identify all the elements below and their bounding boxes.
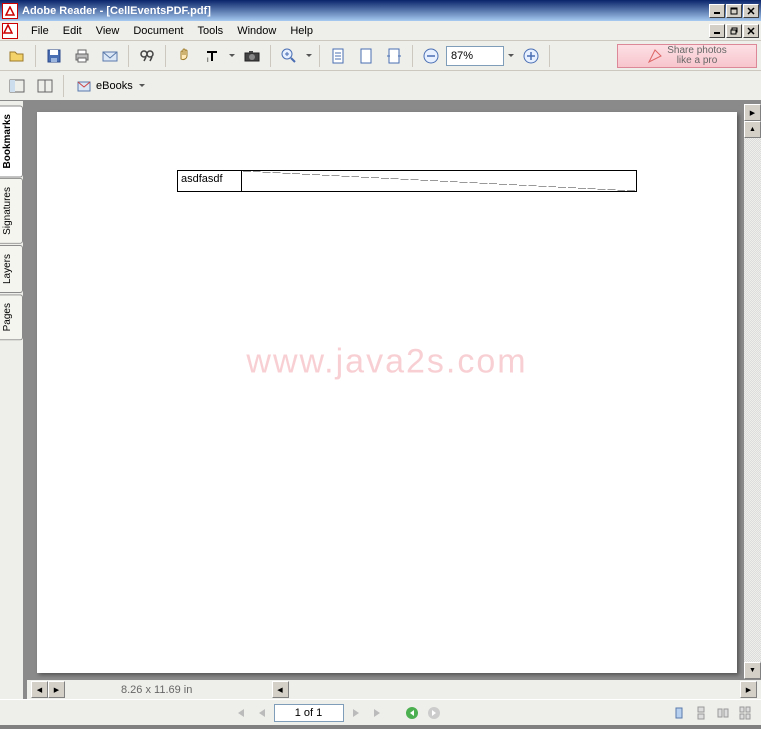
zoom-out-button[interactable] — [418, 43, 444, 69]
zoom-in-pct-button[interactable] — [518, 43, 544, 69]
page-number-field[interactable]: 1 of 1 — [274, 704, 344, 722]
continuous-view-button[interactable] — [691, 703, 711, 723]
vertical-scrollbar[interactable]: ▶ ▲ ▼ — [743, 104, 761, 679]
watermark-text: www.java2s.com — [246, 342, 527, 381]
ebooks-icon — [76, 78, 92, 94]
fit-width-button[interactable] — [381, 43, 407, 69]
separator — [128, 45, 129, 67]
separator — [35, 45, 36, 67]
menu-window[interactable]: Window — [230, 23, 283, 39]
actual-size-button[interactable] — [353, 43, 379, 69]
svg-text:I: I — [207, 58, 209, 64]
menu-document[interactable]: Document — [126, 23, 190, 39]
back-button[interactable] — [402, 703, 422, 723]
minimize-button[interactable] — [709, 4, 725, 18]
page-dimensions: 8.26 x 11.69 in — [65, 684, 272, 696]
tab-pages[interactable]: Pages — [0, 294, 23, 340]
separator — [549, 45, 550, 67]
separator — [63, 75, 64, 97]
expand-panel-button[interactable] — [4, 73, 30, 99]
secondary-toolbar: eBooks — [0, 71, 761, 101]
mdi-minimize-button[interactable] — [709, 24, 725, 38]
navigation-pane: Bookmarks Signatures Layers Pages — [0, 101, 24, 699]
facing-view-button[interactable] — [713, 703, 733, 723]
scroll-track[interactable] — [744, 138, 761, 662]
email-button[interactable] — [97, 43, 123, 69]
scroll-left-button[interactable]: ◀ — [31, 681, 48, 698]
zoom-in-button[interactable] — [276, 43, 302, 69]
document-area: asdfasdf www.java2s.com ▶ ▲ ▼ ◀ ▶ 8.26 x… — [24, 101, 761, 699]
ebooks-dropdown[interactable] — [137, 81, 147, 90]
promo-banner[interactable]: Share photos like a pro — [617, 44, 757, 68]
text-select-button[interactable]: I — [199, 43, 225, 69]
help-button[interactable] — [32, 73, 58, 99]
app-icon — [2, 3, 18, 19]
separator — [319, 45, 320, 67]
status-bar: 1 of 1 — [0, 699, 761, 725]
zoom-field[interactable]: 87% — [446, 46, 504, 66]
hscroll-right[interactable]: ▶ — [740, 681, 757, 698]
tab-bookmarks[interactable]: Bookmarks — [0, 105, 23, 177]
dimensions-bar: ◀ ▶ 8.26 x 11.69 in ◀ ▶ — [27, 679, 761, 699]
doc-icon — [2, 23, 18, 39]
pdf-page[interactable]: asdfasdf www.java2s.com — [37, 112, 737, 673]
menubar: File Edit View Document Tools Window Hel… — [0, 21, 761, 41]
menu-file[interactable]: File — [24, 23, 56, 39]
ebooks-label: eBooks — [96, 80, 133, 92]
snapshot-button[interactable] — [239, 43, 265, 69]
menu-view[interactable]: View — [89, 23, 127, 39]
mdi-close-button[interactable] — [743, 24, 759, 38]
mdi-restore-button[interactable] — [726, 24, 742, 38]
continuous-facing-button[interactable] — [735, 703, 755, 723]
scroll-right-button[interactable]: ▶ — [48, 681, 65, 698]
open-button[interactable] — [4, 43, 30, 69]
hand-tool-button[interactable] — [171, 43, 197, 69]
scroll-up-button[interactable]: ▲ — [744, 121, 761, 138]
single-page-view-button[interactable] — [669, 703, 689, 723]
first-page-button[interactable] — [230, 703, 250, 723]
tab-layers[interactable]: Layers — [0, 245, 23, 293]
scroll-right-icon[interactable]: ▶ — [744, 104, 761, 121]
menu-help[interactable]: Help — [283, 23, 320, 39]
menu-edit[interactable]: Edit — [56, 23, 89, 39]
separator — [412, 45, 413, 67]
forward-button[interactable] — [424, 703, 444, 723]
zoom-dropdown[interactable] — [304, 51, 314, 60]
scroll-down-button[interactable]: ▼ — [744, 662, 761, 679]
tab-signatures[interactable]: Signatures — [0, 178, 23, 244]
window-titlebar: Adobe Reader - [CellEventsPDF.pdf] — [0, 0, 761, 21]
window-title: Adobe Reader - [CellEventsPDF.pdf] — [22, 5, 709, 17]
workspace: Bookmarks Signatures Layers Pages asdfas… — [0, 101, 761, 699]
print-button[interactable] — [69, 43, 95, 69]
close-button[interactable] — [743, 4, 759, 18]
fit-page-button[interactable] — [325, 43, 351, 69]
separator — [165, 45, 166, 67]
menu-tools[interactable]: Tools — [191, 23, 231, 39]
last-page-button[interactable] — [368, 703, 388, 723]
search-button[interactable] — [134, 43, 160, 69]
maximize-button[interactable] — [726, 4, 742, 18]
promo-text: Share photos like a pro — [667, 46, 727, 66]
separator — [270, 45, 271, 67]
zoom-field-dropdown[interactable] — [506, 51, 516, 60]
text-select-dropdown[interactable] — [227, 51, 237, 60]
cell-text: asdfasdf — [178, 171, 242, 191]
pdf-cell: asdfasdf — [177, 170, 637, 192]
save-button[interactable] — [41, 43, 67, 69]
prev-page-button[interactable] — [252, 703, 272, 723]
next-page-button[interactable] — [346, 703, 366, 723]
main-toolbar: I 87% Share photos like a pro — [0, 41, 761, 71]
hscroll-left[interactable]: ◀ — [272, 681, 289, 698]
ebooks-button[interactable]: eBooks — [69, 75, 154, 97]
